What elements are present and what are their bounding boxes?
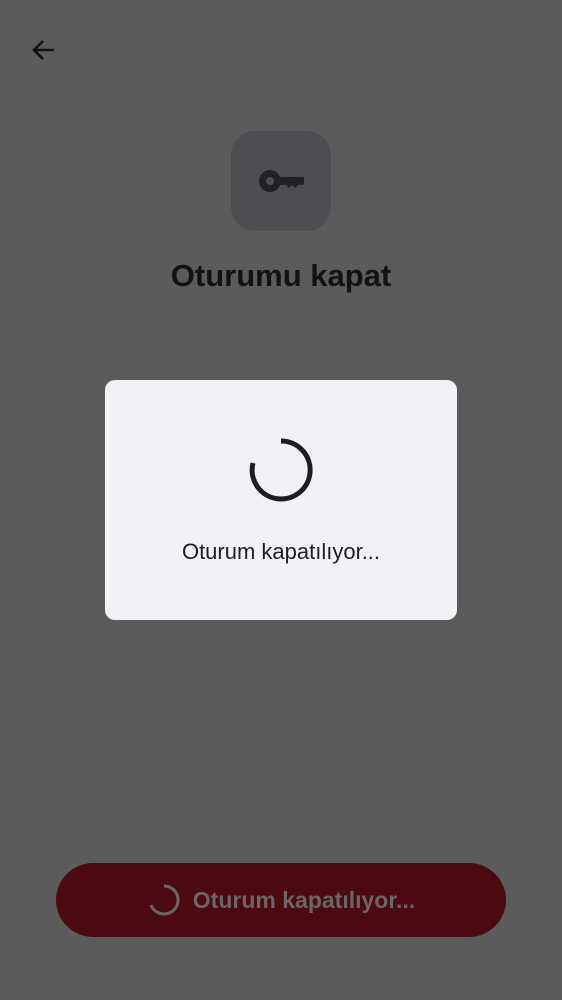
arrow-left-icon bbox=[32, 40, 54, 60]
key-icon-container bbox=[231, 131, 331, 231]
back-button[interactable] bbox=[28, 36, 58, 66]
spinner-icon bbox=[249, 438, 313, 502]
key-icon bbox=[259, 170, 304, 192]
progress-dialog: Oturum kapatılıyor... bbox=[105, 380, 457, 620]
logout-button-label: Oturum kapatılıyor... bbox=[192, 886, 416, 913]
spinner-icon bbox=[149, 884, 180, 916]
logout-button[interactable]: Oturum kapatılıyor... bbox=[56, 863, 506, 937]
page-title: Oturumu kapat bbox=[170, 258, 392, 293]
dialog-message: Oturum kapatılıyor... bbox=[181, 539, 381, 564]
